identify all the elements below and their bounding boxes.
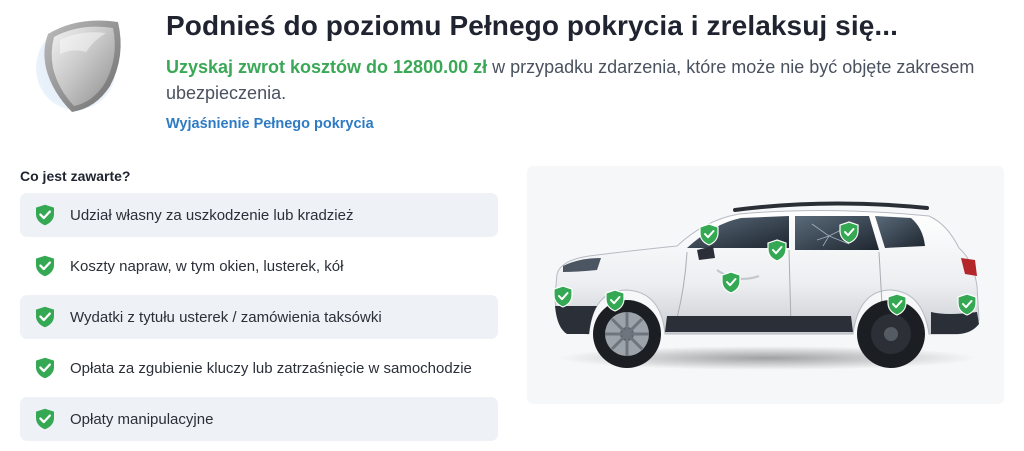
coverage-item-label: Opłaty manipulacyjne	[70, 410, 214, 428]
page-title: Podnieś do poziomu Pełnego pokrycia i zr…	[166, 10, 899, 41]
car-illustration	[527, 166, 1004, 404]
check-shield-icon	[36, 357, 54, 379]
full-coverage-explanation-link[interactable]: Wyjaśnienie Pełnego pokrycia	[166, 116, 374, 132]
coverage-list: Udział własny za uszkodzenie lub kradzie…	[20, 193, 498, 448]
check-shield-icon	[36, 204, 54, 226]
check-shield-icon	[36, 255, 54, 277]
coverage-item-label: Wydatki z tytułu usterek / zamówienia ta…	[70, 308, 382, 326]
list-item: Opłata za zgubienie kluczy lub zatrzaśni…	[20, 346, 498, 390]
coverage-section-title: Co jest zawarte?	[20, 168, 131, 184]
list-item: Wydatki z tytułu usterek / zamówienia ta…	[20, 295, 498, 339]
coverage-item-label: Koszty napraw, w tym okien, lusterek, kó…	[70, 257, 344, 275]
car-image	[553, 201, 980, 370]
shield-illustration	[34, 12, 130, 116]
coverage-item-label: Udział własny za uszkodzenie lub kradzie…	[70, 206, 354, 224]
refund-highlight: Uzyskaj zwrot kosztów do 12800.00 zł	[166, 57, 488, 77]
coverage-item-label: Opłata za zgubienie kluczy lub zatrzaśni…	[70, 359, 472, 377]
list-item: Koszty napraw, w tym okien, lusterek, kó…	[20, 244, 498, 288]
check-shield-icon	[36, 306, 54, 328]
list-item: Opłaty manipulacyjne	[20, 397, 498, 441]
list-item: Udział własny za uszkodzenie lub kradzie…	[20, 193, 498, 237]
shield-icon	[36, 20, 121, 112]
check-shield-icon	[36, 408, 54, 430]
offer-description: Uzyskaj zwrot kosztów do 12800.00 zł w p…	[166, 54, 986, 106]
